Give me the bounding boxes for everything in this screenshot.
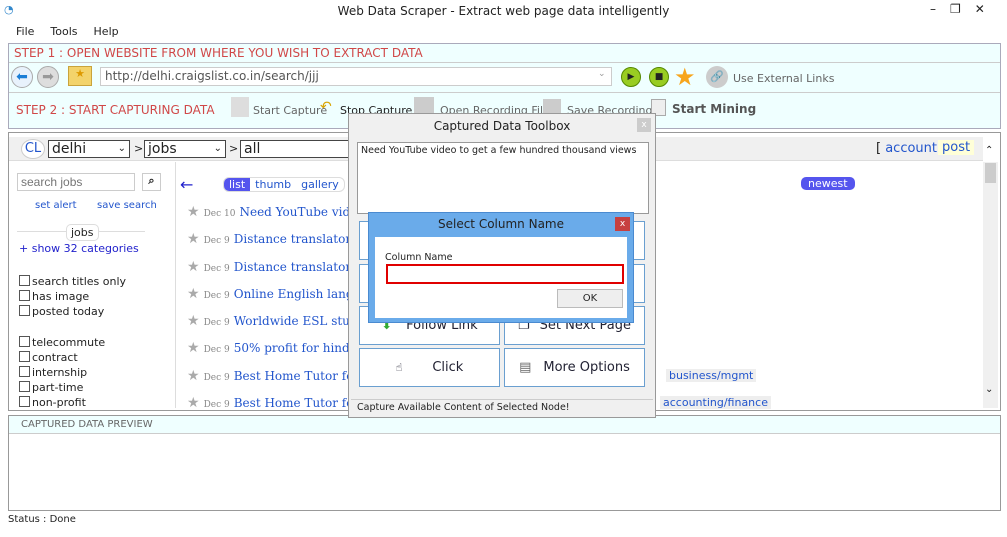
view-gallery[interactable]: gallery xyxy=(296,178,344,191)
click-button[interactable]: ☝ Click xyxy=(359,348,500,387)
menu-help[interactable]: Help xyxy=(94,22,119,42)
toolbox-close-button[interactable]: x xyxy=(637,118,651,132)
restore-icon[interactable]: ❐ xyxy=(950,2,975,16)
close-icon[interactable]: ✕ xyxy=(975,2,999,16)
app-icon: ◔ xyxy=(4,3,14,16)
view-list[interactable]: list xyxy=(224,178,251,191)
ok-button[interactable]: OK xyxy=(557,289,623,308)
search-jobs-input[interactable] xyxy=(17,173,135,191)
set-alert-link[interactable]: set alert xyxy=(35,200,77,211)
menu-file[interactable]: File xyxy=(16,22,34,42)
column-name-input[interactable] xyxy=(386,264,624,284)
more-options-button[interactable]: ▤ More Options xyxy=(504,348,645,387)
scrollbar[interactable] xyxy=(983,162,998,408)
start-capture-icon xyxy=(231,97,249,117)
filter-checkbox[interactable]: telecommute xyxy=(19,335,105,350)
column-name-label: Column Name xyxy=(385,252,453,263)
back-arrow-link[interactable]: ← xyxy=(180,175,193,194)
stop-capture-icon: ↶ xyxy=(320,99,332,115)
select-column-dialog: Select Column Name x Column Name OK xyxy=(368,212,634,323)
preview-label: CAPTURED DATA PREVIEW xyxy=(9,416,1000,434)
scroll-thumb[interactable] xyxy=(985,163,996,183)
sort-newest-button[interactable]: newest xyxy=(801,177,855,190)
dialog-title: Select Column Name xyxy=(437,217,564,231)
back-button[interactable]: ⬅ xyxy=(11,66,33,88)
link-icon[interactable]: 🔗 xyxy=(706,66,728,88)
start-capture-button[interactable]: Start Capture xyxy=(253,104,327,117)
toolbox-status: Capture Available Content of Selected No… xyxy=(351,399,653,415)
save-search-link[interactable]: save search xyxy=(97,200,157,211)
jobs-section-label: jobs xyxy=(66,224,99,241)
filter-checkbox[interactable]: contract xyxy=(19,350,105,365)
status-bar: Status : Done xyxy=(8,514,76,525)
account-link[interactable]: account xyxy=(885,141,937,156)
scroll-down-icon[interactable]: ⌄ xyxy=(985,384,993,395)
scroll-up-icon[interactable]: ⌃ xyxy=(985,145,993,156)
step1-label: STEP 1 : OPEN WEBSITE FROM WHERE YOU WIS… xyxy=(14,46,423,60)
url-dropdown-icon[interactable]: ⌄ xyxy=(598,69,606,79)
forward-button[interactable]: ➡ xyxy=(37,66,59,88)
minimize-icon[interactable]: – xyxy=(930,2,950,16)
use-external-links-button[interactable]: Use External Links xyxy=(733,72,834,85)
filter-checkbox[interactable]: non-profit xyxy=(19,395,105,410)
city-select[interactable]: delhi ⌄ xyxy=(48,140,130,158)
filter-checkbox[interactable]: search titles only xyxy=(19,274,126,289)
step2-label: STEP 2 : START CAPTURING DATA xyxy=(16,103,215,117)
filter-checkbox[interactable]: internship xyxy=(19,365,105,380)
view-switcher: list thumb gallery xyxy=(223,177,345,192)
tag-accounting-finance[interactable]: accounting/finance xyxy=(660,396,771,409)
filters-group-1: search titles only has image posted toda… xyxy=(19,274,126,319)
title-bar: Web Data Scraper - Extract web page data… xyxy=(0,0,1007,22)
toolbox-title: Captured Data Toolbox xyxy=(433,119,571,133)
start-mining-button[interactable]: Start Mining xyxy=(672,102,756,116)
star-icon[interactable]: ★ xyxy=(674,63,696,91)
filter-checkbox[interactable]: has image xyxy=(19,289,126,304)
menu-tools[interactable]: Tools xyxy=(50,22,77,42)
dialog-close-button[interactable]: x xyxy=(615,217,630,231)
window-controls[interactable]: –❐✕ xyxy=(930,2,999,16)
category-select[interactable]: jobs ⌄ xyxy=(144,140,226,158)
menu-bar: File Tools Help xyxy=(0,22,1007,42)
tag-business-mgmt[interactable]: business/mgmt xyxy=(666,369,757,382)
craigslist-logo[interactable]: CL xyxy=(21,139,45,159)
play-icon[interactable]: ▶ xyxy=(621,67,641,87)
search-icon[interactable]: ⌕ xyxy=(142,173,161,191)
stop-icon[interactable]: ■ xyxy=(649,67,669,87)
url-input[interactable]: http://delhi.craigslist.co.in/search/jjj xyxy=(100,67,612,86)
subcategory-select[interactable]: all xyxy=(240,140,350,158)
filter-checkbox[interactable]: part-time xyxy=(19,380,105,395)
favorites-icon[interactable]: ★ xyxy=(68,66,92,86)
captured-text-area[interactable]: Need YouTube video to get a few hundred … xyxy=(357,142,649,214)
filter-checkbox[interactable]: posted today xyxy=(19,304,126,319)
view-thumb[interactable]: thumb xyxy=(250,178,296,191)
click-hand-icon: ☝ xyxy=(395,361,403,374)
options-icon: ▤ xyxy=(519,360,532,375)
post-link[interactable]: post xyxy=(938,140,975,155)
show-categories-link[interactable]: + show 32 categories xyxy=(19,242,139,255)
captured-data-preview: CAPTURED DATA PREVIEW xyxy=(8,415,1001,511)
filters-group-2: telecommute contract internship part-tim… xyxy=(19,335,105,410)
window-title: Web Data Scraper - Extract web page data… xyxy=(337,4,670,18)
